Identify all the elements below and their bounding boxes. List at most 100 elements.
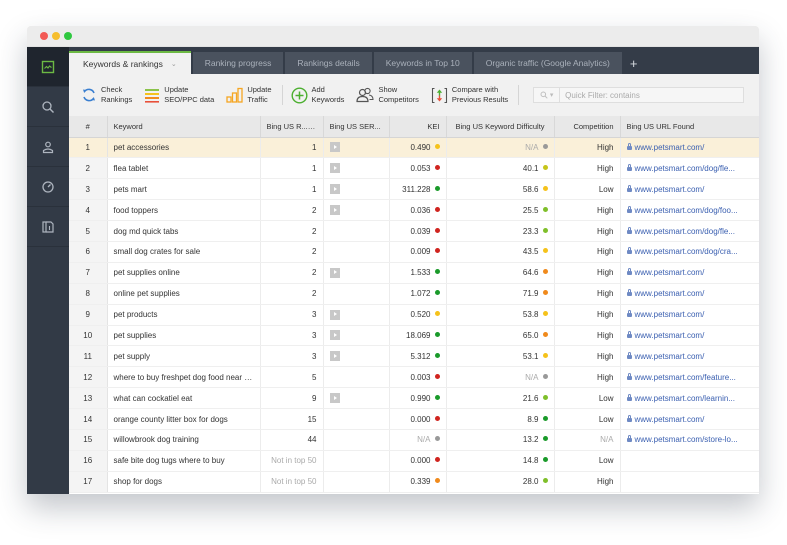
column-header-bing-serp[interactable]: Bing US SER... — [323, 116, 390, 138]
column-header-number[interactable]: # — [69, 116, 108, 138]
quick-filter-input[interactable] — [560, 90, 741, 100]
url-link[interactable]: www.petsmart.com/ — [635, 268, 705, 277]
table-row[interactable]: 17 shop for dogs Not in top 50 0.339 28.0 Hig… — [69, 471, 759, 493]
keyword-cell[interactable]: willowbrook dog training — [107, 429, 261, 451]
keyword-cell[interactable]: pet accessories — [107, 137, 261, 159]
url-link[interactable]: www.petsmart.com/feature... — [635, 373, 736, 382]
url-link[interactable]: www.petsmart.com/ — [635, 185, 705, 194]
url-cell[interactable]: www.petsmart.com/learnin... — [620, 387, 759, 410]
sidebar-item-reports[interactable] — [27, 207, 69, 247]
keyword-cell[interactable]: food toppers — [107, 199, 261, 222]
url-link[interactable]: www.petsmart.com/dog/foo... — [635, 206, 738, 215]
serp-preview-play-icon[interactable] — [329, 330, 340, 341]
sidebar-item-rankings[interactable] — [27, 47, 69, 87]
keyword-cell[interactable]: pet supplies — [107, 325, 261, 347]
table-row[interactable]: 7 pet supplies online 2 1.533 64.6 High www.pe… — [69, 262, 759, 284]
keyword-cell[interactable]: shop for dogs — [107, 471, 261, 493]
table-row[interactable]: 3 pets mart 1 311.228 58.6 Low www.petsmart.co… — [69, 178, 759, 201]
url-cell[interactable]: www.petsmart.com/ — [620, 345, 759, 368]
url-link[interactable]: www.petsmart.com/dog/fle... — [635, 227, 735, 236]
chevron-down-icon[interactable]: ⌄ — [171, 60, 177, 68]
url-cell[interactable]: www.petsmart.com/dog/fle... — [620, 157, 759, 180]
keyword-cell[interactable]: flea tablet — [107, 157, 261, 180]
update-seo-ppc-button[interactable]: Update SEO/PPC data — [144, 85, 214, 105]
table-row[interactable]: 2 flea tablet 1 0.053 40.1 High www.petsmart.c… — [69, 157, 759, 180]
keyword-cell[interactable]: pet supply — [107, 345, 261, 368]
url-link[interactable]: www.petsmart.com/ — [635, 415, 705, 424]
table-row[interactable]: 15 willowbrook dog training 44 N/A 13.2 N/A ww… — [69, 429, 759, 451]
url-link[interactable]: www.petsmart.com/dog/cra... — [635, 247, 738, 256]
column-header-url-found[interactable]: Bing US URL Found — [620, 116, 759, 138]
keyword-cell[interactable]: what can cockatiel eat — [107, 387, 261, 410]
url-cell[interactable]: www.petsmart.com/ — [620, 408, 759, 430]
url-cell[interactable]: www.petsmart.com/dog/fle... — [620, 220, 759, 242]
url-link[interactable]: www.petsmart.com/learnin... — [635, 394, 735, 403]
sidebar-item-speed[interactable] — [27, 167, 69, 207]
table-row[interactable]: 12 where to buy freshpet dog food near me… — [69, 366, 759, 389]
url-cell[interactable]: www.petsmart.com/ — [620, 137, 759, 159]
serp-preview-play-icon[interactable] — [329, 351, 340, 362]
serp-preview-play-icon[interactable] — [329, 267, 340, 278]
table-row[interactable]: 5 dog md quick tabs 2 0.039 23.3 High www.pets… — [69, 220, 759, 242]
update-traffic-button[interactable]: Update Traffic — [226, 85, 272, 105]
keyword-cell[interactable]: small dog crates for sale — [107, 241, 261, 263]
serp-preview-play-icon[interactable] — [329, 163, 340, 174]
close-window-button[interactable] — [40, 32, 48, 40]
add-keywords-button[interactable]: Add Keywords — [290, 85, 344, 105]
url-cell[interactable]: www.petsmart.com/feature... — [620, 366, 759, 389]
sidebar-item-user[interactable] — [27, 127, 69, 167]
url-cell[interactable]: www.petsmart.com/ — [620, 325, 759, 347]
keyword-cell[interactable]: pet products — [107, 304, 261, 326]
add-tab-button[interactable]: + — [624, 52, 644, 74]
keyword-cell[interactable]: pets mart — [107, 178, 261, 201]
compare-results-button[interactable]: Compare with Previous Results — [431, 85, 508, 105]
table-row[interactable]: 14 orange county litter box for dogs 15 0.0… — [69, 408, 759, 430]
url-cell[interactable]: www.petsmart.com/store-lo... — [620, 429, 759, 451]
url-cell[interactable]: www.petsmart.com/dog/cra... — [620, 241, 759, 263]
column-header-bing-rank[interactable]: Bing US R... ▲ — [260, 116, 324, 138]
table-row[interactable]: 9 pet products 3 0.520 53.8 High www.petsmart.… — [69, 304, 759, 326]
keyword-cell[interactable]: online pet supplies — [107, 283, 261, 305]
serp-preview-play-icon[interactable] — [329, 184, 340, 195]
table-row[interactable]: 11 pet supply 3 5.312 53.1 High www.petsmart.c… — [69, 345, 759, 368]
url-cell[interactable]: www.petsmart.com/ — [620, 304, 759, 326]
serp-preview-play-icon[interactable] — [329, 393, 340, 404]
filter-mode-dropdown[interactable]: ▾ — [534, 88, 561, 102]
check-rankings-button[interactable]: Check Rankings — [81, 85, 132, 105]
table-row[interactable]: 13 what can cockatiel eat 9 0.990 21.6 Low www… — [69, 387, 759, 410]
column-header-keyword[interactable]: Keyword — [107, 116, 261, 138]
keyword-cell[interactable]: safe bite dog tugs where to buy — [107, 450, 261, 472]
tab-rankings-details[interactable]: Rankings details — [285, 52, 372, 74]
column-header-competition[interactable]: Competition — [554, 116, 621, 138]
table-row[interactable]: 4 food toppers 2 0.036 25.5 High www.petsmart.… — [69, 199, 759, 222]
url-link[interactable]: www.petsmart.com/ — [635, 310, 705, 319]
serp-preview-play-icon[interactable] — [329, 142, 340, 153]
serp-preview-play-icon[interactable] — [329, 205, 340, 216]
url-link[interactable]: www.petsmart.com/store-lo... — [635, 435, 738, 444]
table-row[interactable]: 1 pet accessories 1 0.490 N/A High www.petsmar… — [69, 137, 759, 159]
tab-keywords-top-10[interactable]: Keywords in Top 10 — [373, 52, 472, 74]
table-row[interactable]: 10 pet supplies 3 18.069 65.0 High www.petsmar… — [69, 325, 759, 347]
tab-organic-traffic[interactable]: Organic traffic (Google Analytics) — [473, 52, 622, 74]
url-cell[interactable]: www.petsmart.com/dog/foo... — [620, 199, 759, 222]
url-link[interactable]: www.petsmart.com/ — [635, 352, 705, 361]
maximize-window-button[interactable] — [64, 32, 72, 40]
table-row[interactable]: 8 online pet supplies 2 1.072 71.9 High www.pe… — [69, 283, 759, 305]
tab-keywords-rankings[interactable]: Keywords & rankings ⌄ — [69, 51, 191, 74]
keyword-cell[interactable]: where to buy freshpet dog food near me — [107, 366, 261, 389]
column-header-keyword-difficulty[interactable]: Bing US Keyword Difficulty — [446, 116, 555, 138]
sidebar-item-search[interactable] — [27, 87, 69, 127]
minimize-window-button[interactable] — [52, 32, 60, 40]
url-link[interactable]: www.petsmart.com/ — [635, 143, 705, 152]
show-competitors-button[interactable]: Show Competitors — [356, 85, 419, 105]
table-row[interactable]: 6 small dog crates for sale 2 0.009 43.5 High… — [69, 241, 759, 263]
keyword-cell[interactable]: orange county litter box for dogs — [107, 408, 261, 430]
url-link[interactable]: www.petsmart.com/ — [635, 289, 705, 298]
url-link[interactable]: www.petsmart.com/ — [635, 331, 705, 340]
keyword-cell[interactable]: dog md quick tabs — [107, 220, 261, 242]
column-header-kei[interactable]: KEI — [389, 116, 447, 138]
url-cell[interactable]: www.petsmart.com/ — [620, 262, 759, 284]
table-row[interactable]: 16 safe bite dog tugs where to buy Not in … — [69, 450, 759, 472]
serp-preview-play-icon[interactable] — [329, 309, 340, 320]
url-cell[interactable]: www.petsmart.com/ — [620, 178, 759, 201]
